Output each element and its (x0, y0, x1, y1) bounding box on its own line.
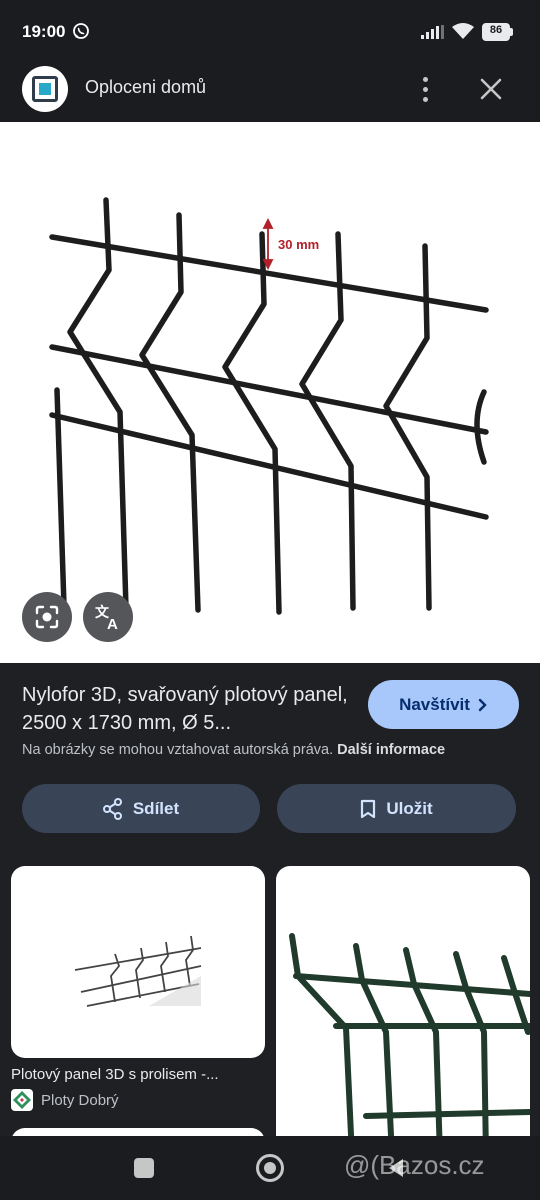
watermark: @(Bazos.cz (344, 1150, 485, 1180)
related-card[interactable] (11, 866, 265, 1058)
battery-level: 86 (489, 24, 503, 36)
source-favicon-icon (11, 1089, 33, 1111)
save-button[interactable]: Uložit (277, 784, 516, 833)
share-label: Sdílet (132, 798, 180, 818)
more-vert-icon[interactable] (412, 72, 438, 106)
visit-button[interactable]: Navštívit (368, 680, 519, 729)
home-button[interactable] (256, 1154, 284, 1182)
wifi-icon (452, 23, 474, 39)
visit-label: Navštívit (399, 694, 470, 714)
page-title: Oploceni domů (85, 77, 207, 97)
related-thumbnail (74, 935, 202, 1007)
whatsapp-icon (73, 23, 89, 39)
svg-text:A: A (107, 616, 118, 632)
main-image[interactable]: 30 mm (0, 122, 540, 663)
copyright-text: Na obrázky se mohou vztahovat autorská p… (22, 742, 334, 758)
copyright-notice: Na obrázky se mohou vztahovat autorská p… (22, 742, 445, 758)
dimension-label: 30 mm (278, 237, 319, 252)
share-button[interactable]: Sdílet (22, 784, 260, 833)
chevron-right-icon (478, 698, 487, 711)
result-title[interactable]: Nylofor 3D, svařovaný plotový panel, 250… (22, 681, 352, 737)
lens-icon (35, 605, 59, 629)
recents-button[interactable] (134, 1158, 154, 1178)
related-card[interactable] (276, 866, 530, 1156)
site-logo-icon[interactable] (22, 66, 68, 112)
screen: 19:00 86 Oploceni domů 30 mm 文 A Nylofor… (0, 0, 540, 1200)
related-thumbnail (289, 933, 530, 1156)
related-caption[interactable]: Plotový panel 3D s prolisem -... (11, 1066, 265, 1083)
related-source[interactable]: Ploty Dobrý (11, 1088, 119, 1112)
signal-icon (421, 25, 444, 39)
save-label: Uložit (386, 798, 433, 818)
status-bar: 19:00 86 (0, 0, 540, 60)
app-bar: Oploceni domů (0, 60, 540, 122)
share-icon (102, 797, 122, 820)
related-source-name: Ploty Dobrý (41, 1091, 119, 1109)
translate-button[interactable]: 文 A (83, 592, 133, 642)
close-icon[interactable] (474, 72, 508, 106)
bookmark-icon (361, 799, 376, 818)
battery-icon: 86 (482, 23, 514, 41)
lens-button[interactable] (22, 592, 72, 642)
translate-icon: 文 A (95, 604, 118, 632)
more-info-link[interactable]: Další informace (337, 742, 445, 758)
fence-panel-illustration: 30 mm (49, 197, 489, 615)
status-time: 19:00 (22, 22, 66, 41)
